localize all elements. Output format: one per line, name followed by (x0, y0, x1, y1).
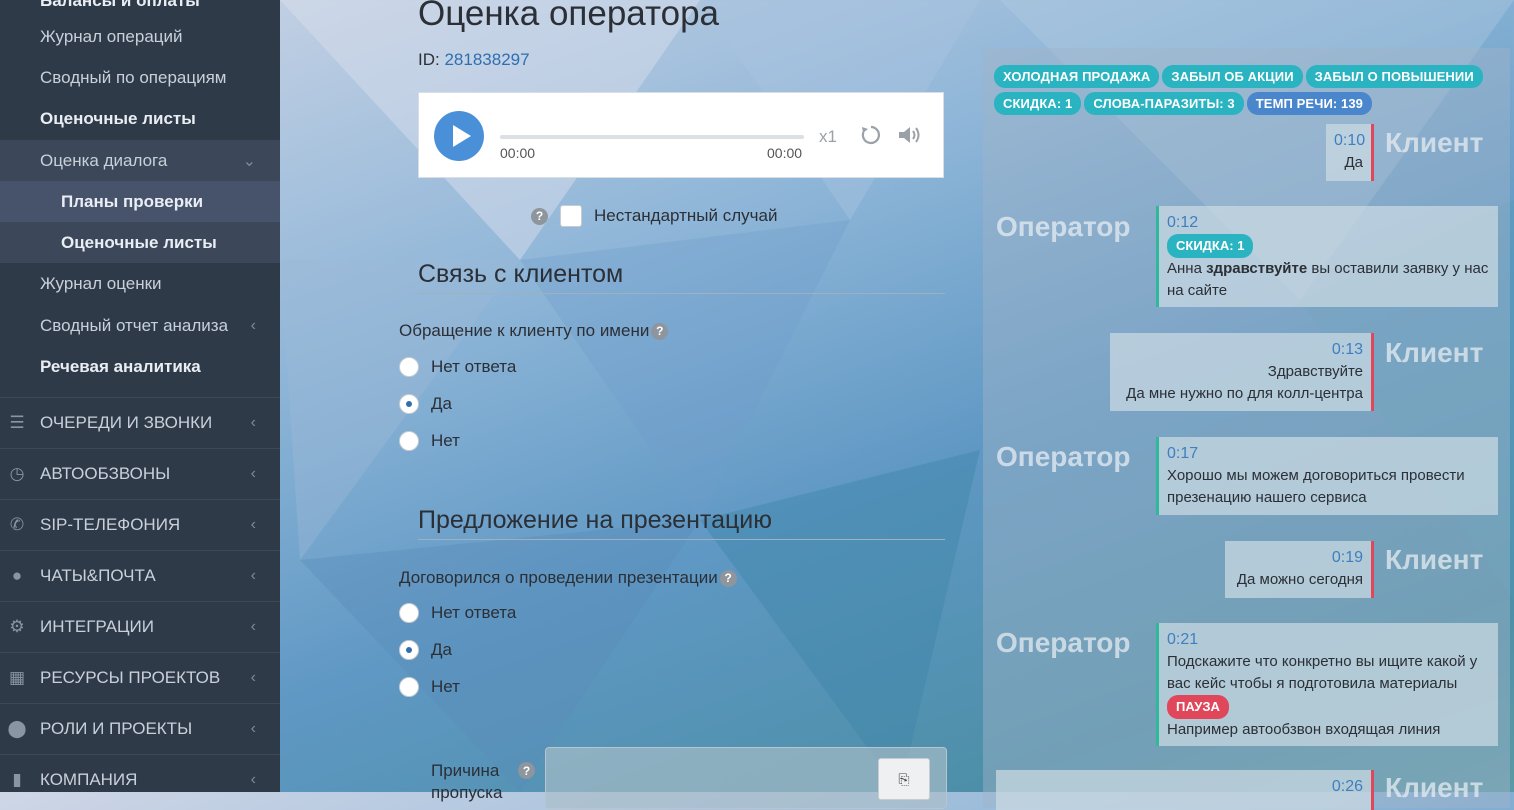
page-title: Оценка оператора (418, 0, 720, 33)
radio-option[interactable]: Нет ответа (399, 603, 516, 623)
sidebar-item-evaluation-log[interactable]: Журнал оценки (0, 263, 280, 304)
message-operator: 0:21 Подскажите что конкретно вы ищите к… (1156, 623, 1498, 746)
tag: ЗАБЫЛ О ПОВЫШЕНИИ (1305, 65, 1483, 88)
message-client: 0:26 (996, 770, 1374, 810)
help-icon[interactable]: ? (518, 762, 535, 779)
tag: СКИДКА: 1 (994, 92, 1082, 115)
tag: ПАУЗА (1167, 695, 1229, 719)
chevron-left-icon: ‹ (250, 719, 256, 737)
radio-option[interactable]: Нет (399, 431, 460, 451)
paste-button[interactable]: ⎘ (878, 758, 930, 800)
tag: ЗАБЫЛ ОБ АКЦИИ (1162, 65, 1303, 88)
total-time: 00:00 (767, 145, 803, 161)
grid-icon: ▦ (8, 667, 26, 687)
gears-icon: ⚙ (9, 616, 25, 636)
chevron-left-icon: ‹ (250, 617, 256, 635)
question-label: Договорился о проведении презентации ? (399, 568, 737, 588)
progress-track[interactable] (500, 135, 804, 139)
chevron-left-icon: ‹ (250, 316, 256, 334)
chart-icon: ▮ (12, 769, 22, 789)
section-title-presentation: Предложение на презентацию (418, 506, 773, 534)
tag: СЛОВА-ПАРАЗИТЫ: 3 (1084, 92, 1244, 115)
volume-icon[interactable] (897, 123, 923, 147)
help-icon[interactable]: ? (651, 322, 669, 340)
radio-button[interactable] (399, 603, 419, 623)
section-divider (418, 293, 945, 294)
tag: ТЕМП РЕЧИ: 139 (1246, 92, 1373, 115)
nonstandard-checkbox[interactable] (560, 205, 582, 227)
speed-button[interactable]: x1 (819, 127, 837, 147)
help-icon[interactable]: ? (531, 207, 548, 225)
speaker-client: Клиент (1385, 544, 1484, 575)
sidebar-section-integrations[interactable]: ⚙ ИНТЕГРАЦИИ ‹ (0, 601, 280, 651)
section-title-client-contact: Связь с клиентом (418, 260, 624, 288)
sidebar-item-sub-evaluation-sheets[interactable]: Оценочные листы (0, 222, 280, 263)
radio-button[interactable] (399, 677, 419, 697)
sidebar-section-autodial[interactable]: ◷ АВТООБЗВОНЫ ‹ (0, 448, 280, 498)
chevron-left-icon: ‹ (250, 515, 256, 533)
radio-option[interactable]: Нет (399, 677, 460, 697)
chat-icon: ● (11, 565, 23, 585)
tags-row: ХОЛОДНАЯ ПРОДАЖА ЗАБЫЛ ОБ АКЦИИ ЗАБЫЛ О ПО… (994, 65, 1494, 92)
radio-option[interactable]: Да (399, 640, 452, 660)
current-time: 00:00 (500, 145, 536, 161)
radio-option[interactable]: Нет ответа (399, 357, 516, 377)
replay-icon[interactable] (859, 123, 883, 147)
sidebar-item-operations-log[interactable]: Журнал операций (0, 16, 280, 57)
help-icon[interactable]: ? (719, 569, 737, 587)
nonstandard-case: ? Нестандартный случай (531, 205, 777, 227)
chevron-down-icon: ⌄ (242, 152, 256, 170)
sidebar-section-resources[interactable]: ▦ РЕСУРСЫ ПРОЕКТОВ ‹ (0, 652, 280, 702)
speaker-client: Клиент (1385, 337, 1484, 368)
question-label: Обращение к клиенту по имени ? (399, 321, 669, 341)
chevron-left-icon: ‹ (250, 464, 256, 482)
section-divider (418, 539, 945, 540)
tag: СКИДКА: 1 (1167, 234, 1254, 258)
radio-button-selected[interactable] (399, 640, 419, 660)
sidebar-section-company[interactable]: ▮ КОМПАНИЯ ‹ (0, 754, 280, 792)
radio-button[interactable] (399, 431, 419, 451)
sidebar-item-operations-summary[interactable]: Сводный по операциям (0, 57, 280, 98)
toggle-icon: ⬤ (7, 718, 27, 738)
speaker-client: Клиент (1385, 772, 1484, 803)
sidebar-item-dialog-evaluation[interactable]: Оценка диалога ⌄ (0, 140, 280, 181)
reason-label: Причина пропуска (431, 761, 503, 802)
radio-button-selected[interactable] (399, 394, 419, 414)
play-button[interactable] (434, 111, 484, 161)
tag: ХОЛОДНАЯ ПРОДАЖА (994, 65, 1160, 88)
chevron-left-icon: ‹ (250, 770, 256, 788)
tags-row: СКИДКА: 1 СЛОВА-ПАРАЗИТЫ: 3 ТЕМП РЕЧИ: 139 (994, 92, 1494, 119)
speaker-operator: Оператор (996, 441, 1131, 472)
speaker-operator: Оператор (996, 627, 1131, 658)
record-id-link[interactable]: 281838297 (444, 50, 529, 69)
message-client: 0:10 Да (1326, 124, 1374, 181)
sidebar: Балансы и оплаты Журнал операций Сводный… (0, 0, 280, 792)
message-operator: 0:17 Хорошо мы можем договориться провес… (1156, 437, 1498, 515)
chevron-left-icon: ‹ (250, 413, 256, 431)
sidebar-item-analysis-summary[interactable]: Сводный отчет анализа ‹ (0, 305, 280, 346)
sidebar-item-speech-analytics[interactable]: Речевая аналитика (0, 346, 280, 387)
audio-player: 00:00 00:00 x1 (418, 92, 944, 178)
sidebar-item-evaluation-sheets[interactable]: Оценочные листы (0, 98, 280, 139)
sidebar-section-chats[interactable]: ● ЧАТЫ&ПОЧТА ‹ (0, 550, 280, 600)
message-client: 0:13 Здравствуйте Да мне нужно по для ко… (1110, 333, 1374, 411)
clock-icon: ◷ (9, 463, 25, 483)
sidebar-section-sip[interactable]: ✆ SIP-ТЕЛЕФОНИЯ ‹ (0, 499, 280, 549)
sidebar-section-queues[interactable]: ☰ ОЧЕРЕДИ И ЗВОНКИ ‹ (0, 397, 280, 447)
copy-icon: ⎘ (898, 770, 910, 787)
message-operator: 0:12 СКИДКА: 1 Анна здравствуйте вы оста… (1156, 206, 1498, 307)
chevron-left-icon: ‹ (250, 566, 256, 584)
message-client: 0:19 Да можно сегодня (1225, 541, 1374, 598)
phone-icon: ✆ (9, 514, 25, 534)
list-icon: ☰ (9, 412, 25, 432)
chevron-left-icon: ‹ (250, 668, 256, 686)
speaker-client: Клиент (1385, 127, 1484, 158)
radio-option[interactable]: Да (399, 394, 452, 414)
radio-button[interactable] (399, 357, 419, 377)
sidebar-section-roles[interactable]: ⬤ РОЛИ И ПРОЕКТЫ ‹ (0, 703, 280, 753)
speaker-operator: Оператор (996, 211, 1131, 242)
record-id: ID: 281838297 (418, 50, 530, 69)
tags-list: ХОЛОДНАЯ ПРОДАЖА ЗАБЫЛ ОБ АКЦИИ ЗАБЫЛ О ПО… (994, 65, 1494, 119)
sidebar-item-check-plans[interactable]: Планы проверки (0, 181, 280, 222)
